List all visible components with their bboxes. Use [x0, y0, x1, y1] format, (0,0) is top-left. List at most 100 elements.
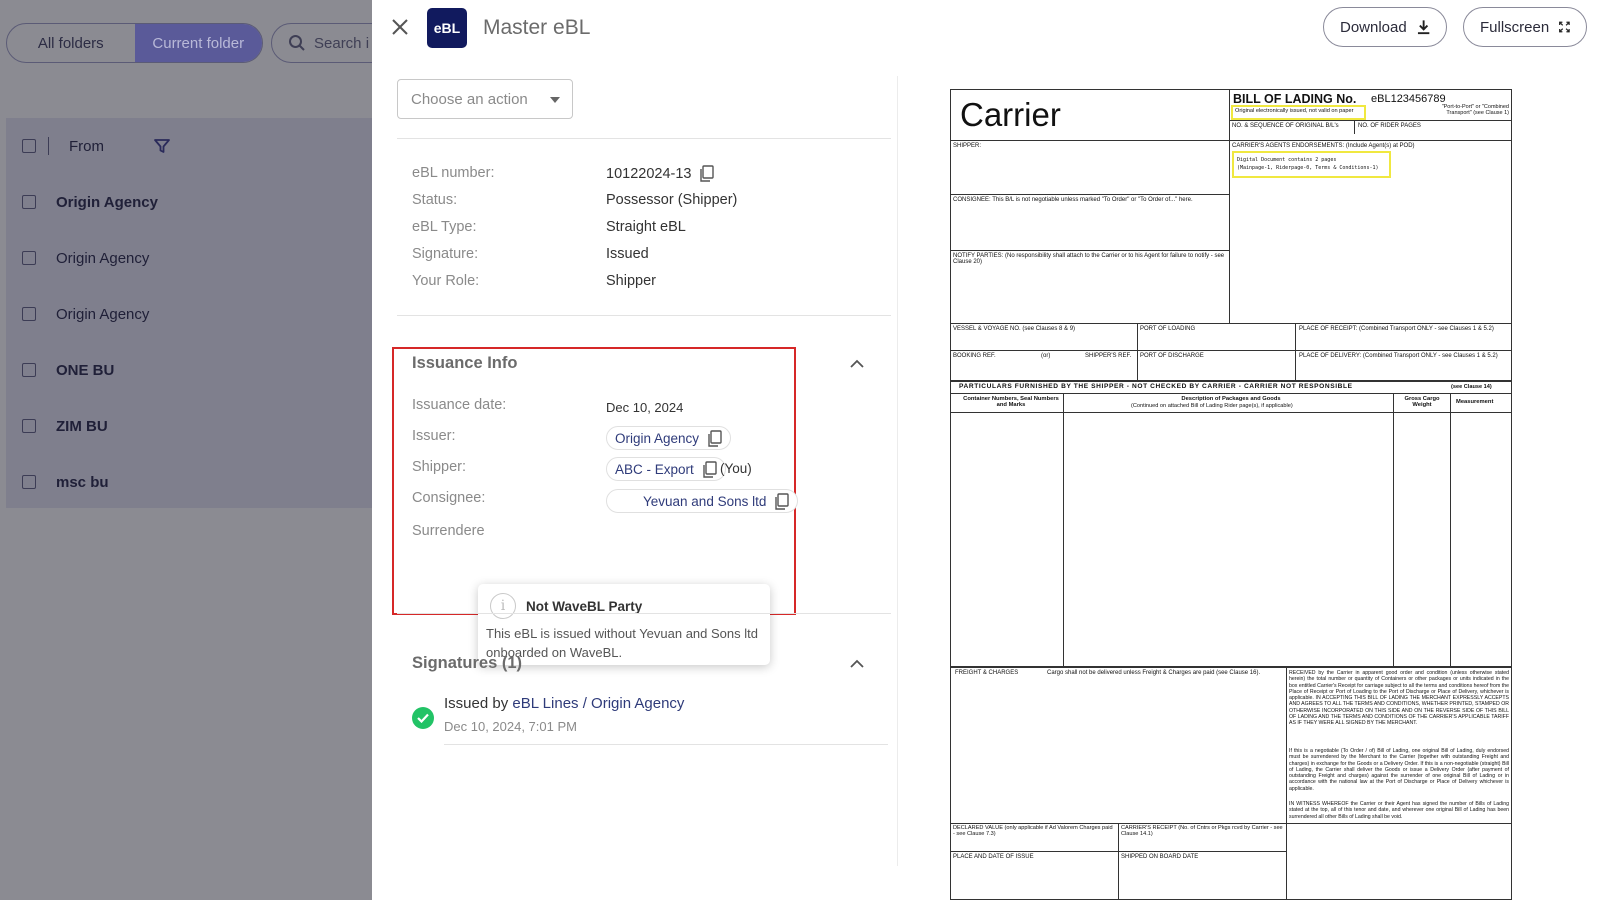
all-folders-tab[interactable]: All folders [7, 24, 135, 62]
doc-freight-label: FREIGHT & CHARGES [955, 670, 1019, 676]
document-table: From Origin Agency Origin Agency Origin … [6, 118, 372, 508]
issuer-name: Origin Agency [615, 430, 700, 446]
table-row[interactable]: Origin Agency [6, 174, 372, 230]
doc-rule [951, 412, 1511, 413]
row-from: Origin Agency [56, 249, 150, 267]
tooltip-title: Not WaveBL Party [526, 599, 643, 614]
row-checkbox[interactable] [22, 475, 36, 489]
row-checkbox[interactable] [22, 195, 36, 209]
copy-icon[interactable] [707, 429, 722, 447]
ebl-number-text: 10122024-13 [606, 165, 692, 182]
panel-separator [897, 76, 898, 866]
search-placeholder: Search i [314, 34, 370, 52]
close-icon[interactable] [389, 16, 411, 38]
chevron-up-icon[interactable] [850, 659, 864, 668]
ebl-number-label: eBL number: [412, 165, 495, 181]
table-row[interactable]: Origin Agency [6, 230, 372, 286]
doc-title: BILL OF LADING No. [1233, 92, 1357, 106]
divider [397, 138, 891, 139]
shipper-chip: ABC - Export [606, 457, 726, 481]
doc-witness-text: IN WITNESS WHEREOF the Carrier or their … [1289, 801, 1509, 820]
doc-col-weight: Gross Cargo Weight [1404, 396, 1440, 408]
table-row[interactable]: Origin Agency [6, 286, 372, 342]
doc-col-desc-sub: (Continued on attached Bill of Lading Ri… [1131, 403, 1293, 409]
row-from: ONE BU [56, 361, 115, 379]
info-icon: i [490, 593, 516, 619]
issuer-chip: Origin Agency [606, 426, 732, 450]
consignee-name: Yevuan and Sons ltd [643, 493, 767, 509]
filter-icon[interactable] [154, 138, 170, 154]
doc-rule [951, 851, 1286, 852]
doc-pol-label: PORT OF LOADING [1140, 326, 1196, 332]
row-from: msc bu [56, 473, 109, 491]
bill-of-lading-preview: Carrier BILL OF LADING No. eBL123456789 … [950, 89, 1512, 900]
copy-icon[interactable] [699, 165, 715, 182]
table-row[interactable]: msc bu [6, 454, 372, 510]
doc-rider-label: NO. OF RIDER PAGES [1358, 123, 1421, 129]
doc-rule [1118, 823, 1119, 900]
doc-carrier: Carrier [960, 96, 1061, 133]
current-folder-tab[interactable]: Current folder [134, 24, 262, 62]
row-checkbox[interactable] [22, 307, 36, 321]
doc-rule [1450, 393, 1451, 667]
doc-col-desc: Description of Packages and Goods [1181, 396, 1281, 402]
signatures-section-title[interactable]: Signatures (1) [412, 654, 522, 673]
issuance-section-title[interactable]: Issuance Info [412, 354, 517, 373]
your-role-label: Your Role: [412, 273, 480, 289]
doc-rule [951, 823, 1511, 824]
ebl-type-value: Straight eBL [606, 219, 686, 235]
doc-rule [1286, 668, 1287, 899]
row-checkbox[interactable] [22, 363, 36, 377]
background-page: All folders Current folder Search i From… [0, 0, 411, 900]
row-checkbox[interactable] [22, 419, 36, 433]
header-separator [48, 137, 49, 155]
signature-party-link[interactable]: eBL Lines / Origin Agency [512, 695, 684, 712]
copy-icon[interactable] [774, 492, 790, 510]
divider [397, 613, 891, 614]
row-from: ZIM BU [56, 417, 108, 435]
fullscreen-label: Fullscreen [1480, 18, 1550, 36]
table-row[interactable]: ONE BU [6, 342, 372, 398]
doc-received-text: RECEIVED by the Carrier in apparent good… [1289, 670, 1509, 727]
download-button[interactable]: Download [1323, 7, 1447, 47]
signature-prefix: Issued by [444, 695, 513, 712]
doc-rule [951, 140, 1511, 141]
doc-rule [1063, 393, 1064, 667]
doc-rule [1393, 393, 1394, 667]
folder-toggle: All folders Current folder [6, 23, 263, 63]
divider [444, 744, 888, 745]
status-label: Status: [412, 192, 458, 208]
signature-date: Dec 10, 2024, 7:01 PM [444, 719, 577, 734]
doc-rule [1229, 90, 1230, 323]
doc-vessel-label: VESSEL & VOYAGE NO. (see Clauses 8 & 9) [953, 326, 1076, 332]
surrenderee-label: Surrendere [412, 523, 485, 539]
fullscreen-button[interactable]: Fullscreen [1463, 7, 1587, 47]
doc-receipt-label: CARRIER'S RECEIPT (No. of Cntrs or Pkgs … [1121, 825, 1283, 837]
doc-rule [951, 350, 1511, 351]
row-checkbox[interactable] [22, 251, 36, 265]
table-row[interactable]: ZIM BU [6, 398, 372, 454]
doc-rule [1295, 323, 1296, 381]
doc-digital-note-1: Digital Document contains 2 pages [1237, 157, 1337, 163]
action-select-placeholder: Choose an action [411, 90, 528, 108]
doc-rule [951, 380, 1511, 382]
doc-particulars-clause: (see Clause 14) [1451, 384, 1492, 390]
ebl-number-value: 10122024-13 [606, 165, 715, 182]
check-circle-icon [412, 707, 434, 729]
details-panel: Choose an action eBL number: 10122024-13… [392, 60, 894, 900]
doc-notify-label: NOTIFY PARTIES: (No responsibility shall… [953, 253, 1225, 265]
doc-agents-label: CARRIER'S AGENTS ENDORSEMENTS: (Include … [1232, 143, 1415, 149]
consignee-chip: Yevuan and Sons ltd [606, 489, 799, 513]
doc-por-label: PLACE OF RECEIPT: (Combined Transport ON… [1299, 326, 1494, 332]
doc-rule [951, 393, 1511, 394]
copy-icon[interactable] [702, 460, 717, 478]
chevron-up-icon[interactable] [850, 359, 864, 368]
issuance-date-value: Dec 10, 2024 [606, 400, 684, 415]
doc-rule [951, 323, 1511, 324]
ebl-type-label: eBL Type: [412, 219, 477, 235]
download-icon [1417, 20, 1430, 35]
select-all-checkbox[interactable] [22, 139, 36, 153]
download-label: Download [1340, 18, 1407, 36]
action-select[interactable]: Choose an action [397, 79, 573, 119]
doc-rule [951, 250, 1229, 251]
